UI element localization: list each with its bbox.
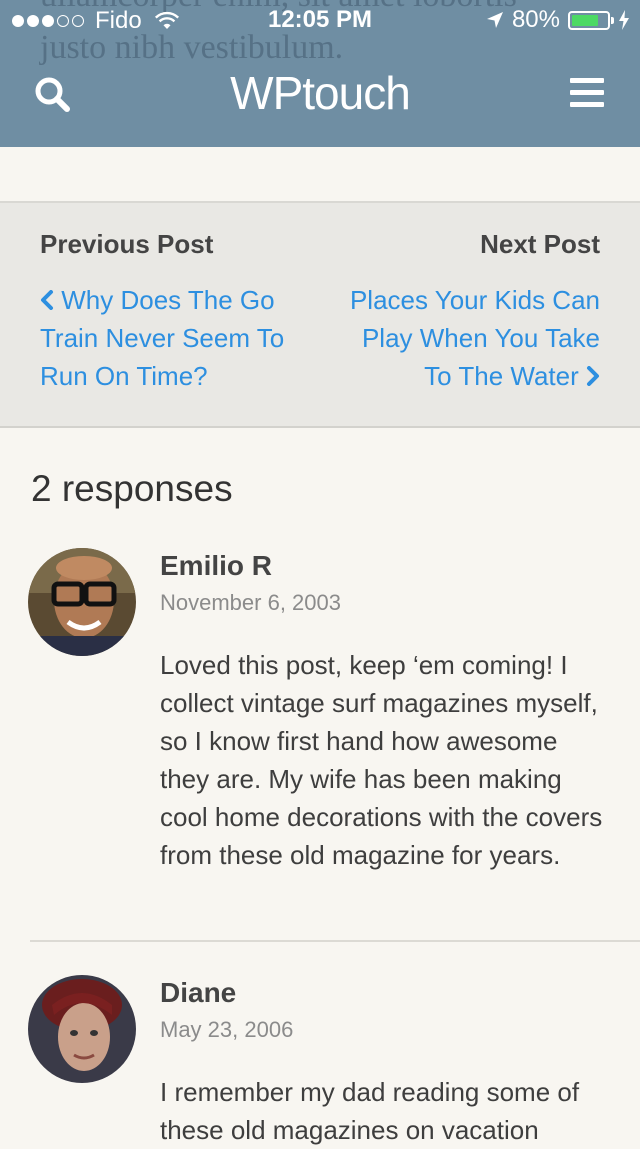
comment-date: May 23, 2006 (160, 1017, 294, 1042)
comment-body: Loved this post, keep ‘em coming! I coll… (160, 650, 603, 870)
site-title[interactable]: WPtouch (0, 66, 640, 120)
battery-percentage: 80% (511, 6, 560, 33)
menu-button[interactable] (570, 78, 604, 108)
comment-divider (30, 940, 640, 942)
chevron-left-icon (41, 290, 53, 310)
previous-post-heading: Previous Post (40, 229, 214, 259)
comment-body: I remember my dad reading some of these … (160, 1077, 580, 1145)
location-arrow-icon (486, 12, 503, 28)
next-post-link[interactable]: Places Your Kids Can Play When You Take … (330, 281, 600, 395)
responses-count: 2 responses (31, 468, 233, 509)
battery-icon (568, 10, 614, 30)
next-post-title: Places Your Kids Can Play When You Take … (349, 285, 600, 391)
avatar-photo-diane (28, 975, 136, 1083)
previous-post-link[interactable]: Why Does The Go Train Never Seem To Run … (40, 281, 310, 395)
hamburger-menu-icon (570, 78, 604, 83)
status-right: 80% (486, 6, 630, 34)
comment-author: Emilio R (160, 550, 273, 581)
avatar[interactable] (28, 975, 136, 1083)
next-post-heading: Next Post (480, 229, 600, 259)
app-header: ullamcorper enim, sit amet lobortis just… (0, 0, 640, 147)
next-post: Next Post Places Your Kids Can Play When… (330, 229, 600, 395)
charging-bolt-icon (619, 10, 629, 30)
previous-post-title: Why Does The Go Train Never Seem To Run … (40, 285, 285, 391)
previous-post: Previous Post Why Does The Go Train Neve… (40, 229, 310, 395)
battery-fill (572, 14, 599, 26)
chevron-right-icon (587, 366, 599, 386)
avatar-photo-emilio (28, 548, 136, 656)
status-bar: Fido 12:05 PM 80% (0, 0, 640, 40)
comment-author: Diane (160, 977, 237, 1008)
avatar[interactable] (28, 548, 136, 656)
comment-date: November 6, 2003 (160, 590, 341, 615)
post-navigation: Previous Post Why Does The Go Train Neve… (0, 201, 640, 428)
